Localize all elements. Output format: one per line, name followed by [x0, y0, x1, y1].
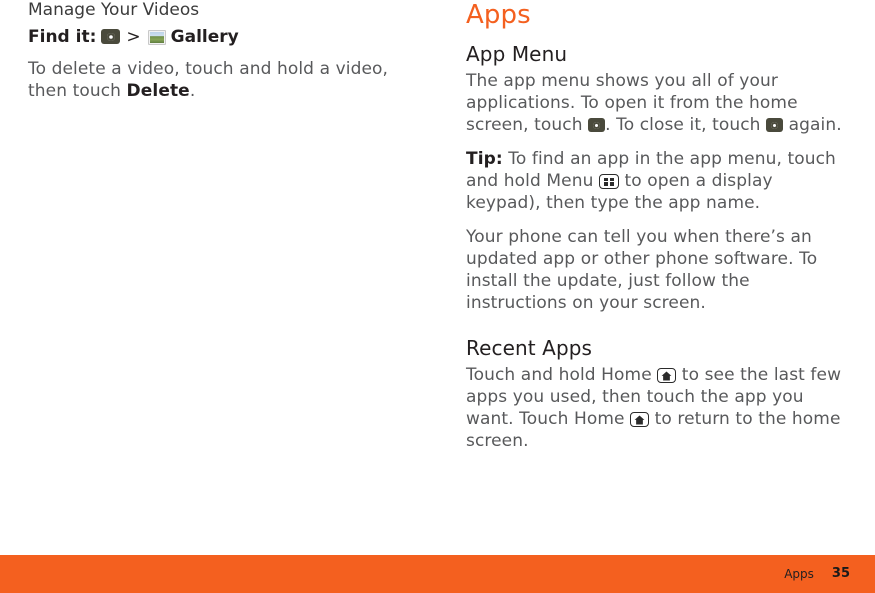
manual-page: Manage Your Videos Find it: > Gallery To d…: [0, 0, 875, 593]
gallery-icon-image: [149, 32, 164, 43]
app-menu-text-3: again.: [783, 115, 842, 135]
manage-videos-text-1: To delete a video, touch and hold a vide…: [28, 59, 389, 101]
apps-key-icon: [766, 118, 784, 132]
tip-lead-in: Tip:: [466, 149, 503, 169]
app-menu-tip-paragraph: Tip: To find an app in the app menu, tou…: [466, 148, 851, 214]
breadcrumb-separator: >: [126, 27, 141, 47]
find-it-label: Find it:: [28, 27, 97, 47]
footer-page-number: 35: [831, 566, 850, 581]
subsection-heading-recent-apps: Recent Apps: [466, 336, 593, 360]
home-key-icon-house: [634, 415, 645, 424]
footer-bar: Apps 35: [0, 555, 875, 593]
manage-videos-paragraph: To delete a video, touch and hold a vide…: [28, 58, 428, 102]
apps-key-icon: [588, 118, 606, 132]
menu-key-icon-grid: [603, 177, 614, 186]
page-title: Apps: [466, 0, 531, 30]
apps-key-icon: [101, 29, 121, 44]
app-menu-paragraph-1: The app menu shows you all of your appli…: [466, 70, 851, 136]
menu-key-icon: [598, 174, 619, 189]
delete-bold-term: Delete: [126, 81, 190, 101]
right-column: Apps App Menu The app menu shows you all…: [466, 0, 851, 452]
topic-heading-manage-your-videos: Manage Your Videos: [28, 0, 200, 20]
manage-videos-text-2: .: [189, 81, 196, 101]
footer-section-label: Apps: [784, 567, 814, 581]
app-update-paragraph: Your phone can tell you when there’s an …: [466, 227, 818, 313]
recent-apps-paragraph: Touch and hold Home to see the last few …: [466, 364, 851, 452]
home-key-icon: [657, 368, 677, 383]
find-it-destination: Gallery: [170, 27, 239, 47]
app-menu-text-2: . To close it, touch: [605, 115, 767, 135]
footer-content: Apps 35: [784, 555, 850, 593]
left-column: Manage Your Videos Find it: > Gallery To d…: [28, 0, 428, 102]
recent-apps-text-1: Touch and hold Home: [466, 365, 658, 385]
home-key-icon-house: [661, 371, 672, 380]
subsection-heading-app-menu: App Menu: [466, 42, 568, 66]
home-key-icon: [630, 412, 650, 427]
gallery-icon: [147, 30, 166, 45]
find-it-line: Find it: > Gallery: [28, 26, 428, 48]
